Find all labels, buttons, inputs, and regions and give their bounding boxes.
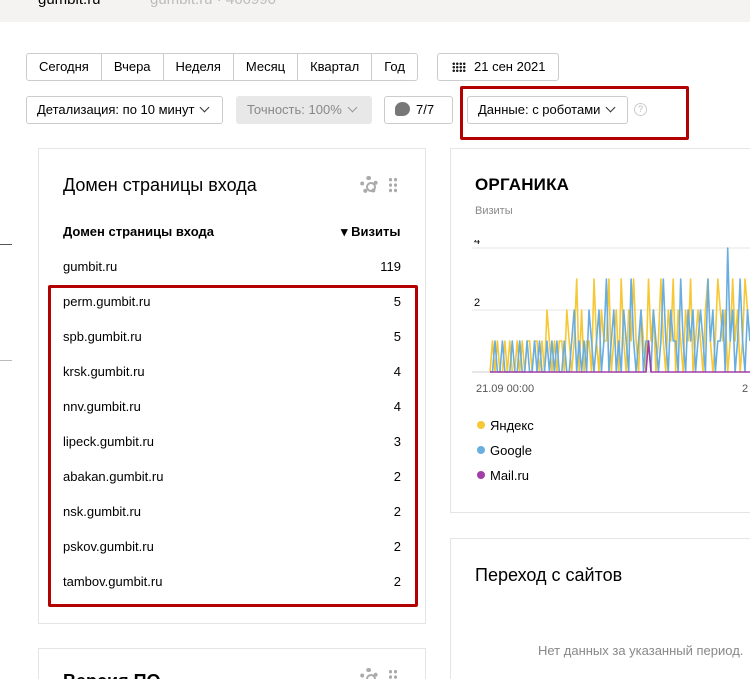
column-header-domain[interactable]: Домен страницы входа bbox=[63, 224, 214, 239]
counter-id: gumbit.ru · 466990 bbox=[150, 0, 276, 8]
detail-dropdown[interactable]: Детализация: по 10 минут bbox=[26, 96, 223, 124]
period-selector: Сегодня Вчера Неделя Месяц Квартал Год bbox=[26, 53, 418, 81]
highlight-frame-data-mode bbox=[460, 86, 689, 140]
period-today-button[interactable]: Сегодня bbox=[27, 54, 102, 80]
legend-dot bbox=[477, 446, 485, 454]
table-row-domain[interactable]: gumbit.ru bbox=[63, 259, 117, 274]
chevron-down-icon bbox=[199, 102, 210, 113]
column-header-visits[interactable]: ▾ Визиты bbox=[341, 224, 400, 240]
detail-label: Детализация: по 10 минут bbox=[37, 102, 195, 117]
segments-button[interactable]: 7/7 bbox=[384, 96, 453, 124]
y-tick-label: 2 bbox=[474, 297, 480, 309]
gear-icon[interactable] bbox=[360, 668, 378, 679]
legend-label: Google bbox=[490, 443, 532, 458]
accuracy-dropdown: Точность: 100% bbox=[236, 96, 372, 124]
empty-state-message: Нет данных за указанный период. bbox=[538, 643, 744, 658]
left-panel-edge bbox=[0, 22, 12, 679]
drag-handle-icon[interactable] bbox=[388, 177, 398, 193]
x-tick-label: 21.09 00:00 bbox=[476, 383, 534, 395]
period-week-button[interactable]: Неделя bbox=[164, 54, 234, 80]
legend-dot bbox=[477, 421, 485, 429]
calendar-icon bbox=[452, 62, 466, 72]
top-bar: gumbit.ru gumbit.ru · 466990 bbox=[0, 0, 750, 22]
period-quarter-button[interactable]: Квартал bbox=[298, 54, 373, 80]
software-card-title: Версия ПО bbox=[63, 671, 161, 679]
drag-handle-icon[interactable] bbox=[388, 669, 398, 679]
organic-line-chart[interactable]: 4 2 21.09 00:00 2 bbox=[472, 240, 750, 400]
gear-icon[interactable] bbox=[360, 176, 378, 194]
organic-card-title: ОРГАНИКА bbox=[475, 175, 570, 194]
legend-label: Mail.ru bbox=[490, 468, 530, 483]
legend-item-google[interactable]: Google bbox=[477, 443, 532, 458]
legend-item-yandex[interactable]: Яндекс bbox=[477, 418, 534, 433]
legend-item-mailru[interactable]: Mail.ru bbox=[477, 468, 529, 483]
legend-dot bbox=[477, 471, 485, 479]
site-name[interactable]: gumbit.ru bbox=[38, 0, 101, 8]
date-picker-button[interactable]: 21 сен 2021 bbox=[437, 53, 559, 81]
legend-label: Яндекс bbox=[490, 418, 534, 433]
period-year-button[interactable]: Год bbox=[372, 54, 417, 80]
referral-card-title: Переход с сайтов bbox=[475, 565, 623, 585]
accuracy-label: Точность: 100% bbox=[247, 102, 342, 117]
y-tick-label: 4 bbox=[474, 240, 480, 247]
comment-icon bbox=[395, 102, 410, 116]
x-tick-label: 2 bbox=[742, 383, 748, 395]
chevron-down-icon bbox=[347, 102, 358, 113]
segments-label: 7/7 bbox=[416, 102, 435, 117]
highlight-frame-subdomains bbox=[48, 285, 418, 607]
period-yesterday-button[interactable]: Вчера bbox=[102, 54, 164, 80]
domains-card-title: Домен страницы входа bbox=[63, 175, 257, 195]
organic-card-subtitle: Визиты bbox=[475, 205, 513, 217]
date-label: 21 сен 2021 bbox=[474, 59, 546, 74]
table-row-visits: 119 bbox=[380, 259, 401, 274]
period-month-button[interactable]: Месяц bbox=[234, 54, 299, 80]
